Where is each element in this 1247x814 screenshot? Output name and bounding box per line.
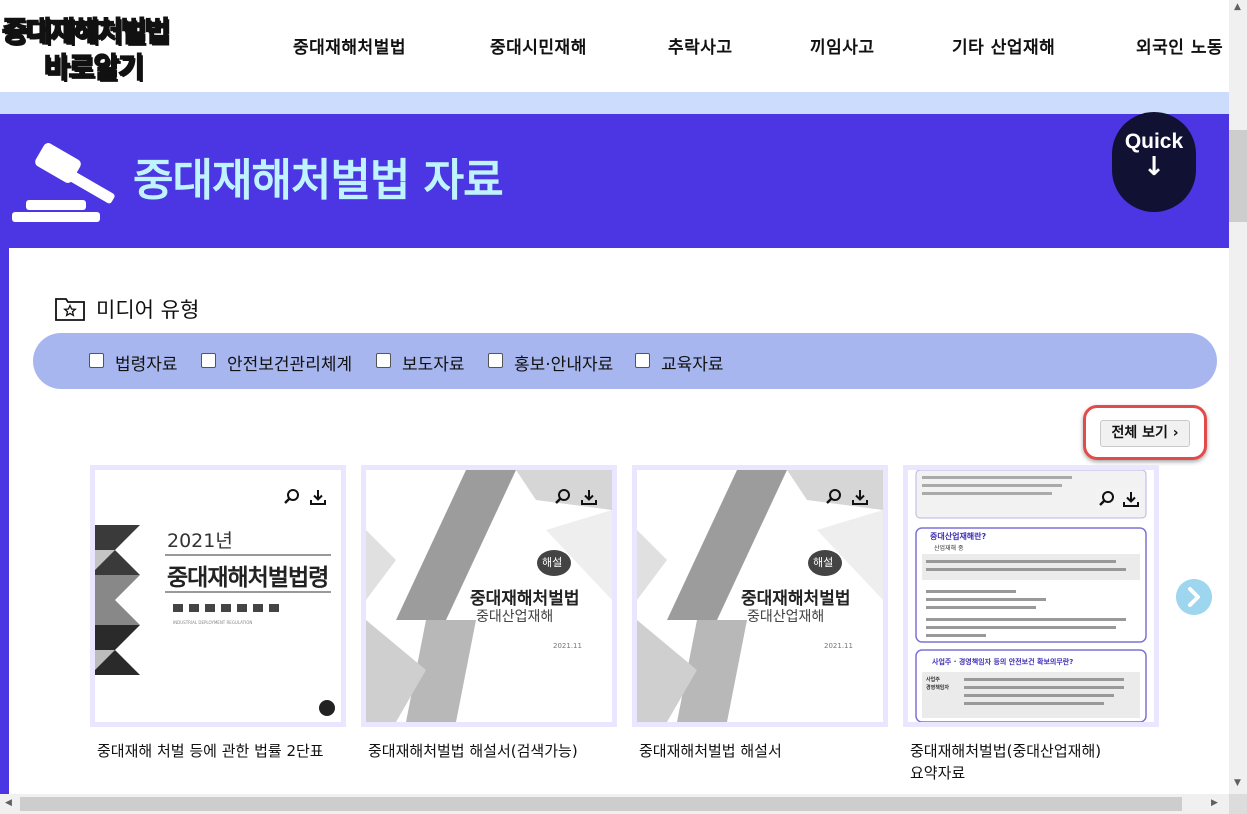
download-icon[interactable] — [309, 488, 327, 506]
card-doc-date: 2021.11 — [824, 642, 853, 650]
quick-menu-button[interactable]: Quick ↓ — [1112, 112, 1196, 212]
page-banner: 중대재해처벌법 자료 Quick ↓ — [0, 112, 1229, 248]
nav-item-foreign-workers[interactable]: 외국인 노동 — [1136, 33, 1223, 58]
zoom-icon[interactable] — [1098, 490, 1116, 508]
card-badge: 해설 — [542, 556, 563, 569]
card-caption[interactable]: 중대재해처벌법(중대산업재해) 요약자료 — [910, 740, 1101, 784]
media-card[interactable]: 중대산업재해란? 산업재해 중 사업주 · 경영책임자 등의 안전보건 확보의무… — [903, 465, 1159, 727]
vertical-scrollbar-thumb[interactable] — [1229, 130, 1247, 222]
media-card[interactable]: 해설 중대재해처벌법 중대산업재해 2021.11 — [632, 465, 888, 727]
zoom-icon[interactable] — [554, 488, 572, 506]
logo-line1: 중대재해처벌법 — [1, 14, 171, 49]
nav-item-fall-accident[interactable]: 추락사고 — [668, 33, 733, 58]
filter-label: 홍보·안내자료 — [514, 355, 614, 375]
filter-checkbox[interactable] — [488, 353, 503, 368]
site-header: 중대재해처벌법 바로알기 중대재해처벌법 중대시민재해 추락사고 끼임사고 기타… — [0, 0, 1229, 92]
zoom-icon[interactable] — [283, 488, 301, 506]
filter-checkbox[interactable] — [635, 353, 650, 368]
card-doc-subtitle: 중대산업재해 — [476, 609, 554, 625]
nav-item-serious-accident-law[interactable]: 중대재해처벌법 — [293, 33, 406, 58]
card-doc-tag: 경영책임자 — [926, 685, 950, 691]
media-filter-bar: 법령자료 안전보건관리체계 보도자료 홍보·안내자료 교육자료 — [33, 333, 1217, 389]
header-divider-strip — [0, 92, 1229, 114]
card-doc-item: 산업재해 중 — [934, 545, 964, 552]
folder-star-icon — [55, 298, 85, 321]
horizontal-scrollbar-thumb[interactable] — [20, 797, 1182, 811]
card-year: 2021년 — [167, 530, 233, 552]
card-doc-date: 2021.11 — [553, 642, 582, 650]
card-caption[interactable]: 중대재해 처벌 등에 관한 법률 2단표 — [97, 740, 324, 762]
filter-checkbox[interactable] — [89, 353, 104, 368]
zoom-icon[interactable] — [825, 488, 843, 506]
card-caption-line: 요약자료 — [910, 764, 966, 782]
scroll-up-icon[interactable]: ▲ — [1234, 2, 1241, 12]
card-caption[interactable]: 중대재해처벌법 해설서 — [639, 740, 782, 762]
filter-label: 안전보건관리체계 — [227, 355, 353, 375]
card-actions — [554, 488, 600, 508]
filter-checkbox[interactable] — [201, 353, 216, 368]
filter-label: 법령자료 — [115, 355, 178, 375]
logo-line2: 바로알기 — [43, 50, 145, 85]
chevron-right-icon: › — [1172, 425, 1179, 441]
filter-checkbox[interactable] — [376, 353, 391, 368]
media-card[interactable]: 2021년 중대재해처벌법령 INDUSTRIAL DEPLOYMENT REG… — [90, 465, 346, 727]
media-type-label: 미디어 유형 — [96, 298, 200, 322]
card-caption-line: 중대재해처벌법(중대산업재해) — [910, 742, 1102, 760]
card-actions — [1096, 488, 1142, 510]
card-caption[interactable]: 중대재해처벌법 해설서(검색가능) — [368, 740, 578, 762]
nav-item-other-industrial[interactable]: 기타 산업재해 — [952, 33, 1055, 58]
media-card[interactable]: 해설 중대재해처벌법 중대산업재해 2021.11 — [361, 465, 617, 727]
nav-item-caught-accident[interactable]: 끼임사고 — [810, 33, 875, 58]
quick-label: Quick — [1124, 130, 1184, 153]
card-doc-heading: 중대산업재해란? — [930, 532, 987, 541]
download-icon[interactable] — [1122, 490, 1140, 508]
card-doc-title: 중대재해처벌법령 — [167, 565, 329, 591]
arrow-down-icon: ↓ — [1143, 152, 1165, 182]
scroll-left-icon[interactable]: ◀ — [5, 798, 12, 808]
site-logo[interactable]: 중대재해처벌법 바로알기 — [1, 6, 202, 85]
view-all-label: 전체 보기 — [1111, 425, 1168, 441]
chevron-right-icon[interactable] — [1176, 579, 1212, 615]
scroll-down-icon[interactable]: ▼ — [1234, 778, 1241, 788]
left-accent-bar — [0, 248, 9, 794]
card-actions — [825, 488, 871, 508]
vertical-scrollbar[interactable] — [1229, 0, 1247, 794]
card-actions — [283, 488, 329, 508]
gavel-icon — [12, 143, 115, 222]
card-doc-heading: 사업주 · 경영책임자 등의 안전보건 확보의무란? — [932, 658, 1074, 666]
filter-label: 보도자료 — [402, 355, 465, 375]
view-all-button[interactable]: 전체 보기 › — [1100, 420, 1190, 447]
download-icon[interactable] — [580, 488, 598, 506]
scroll-right-icon[interactable]: ▶ — [1211, 798, 1218, 808]
scrollbar-corner — [1229, 794, 1247, 814]
card-doc-subtitle: 중대산업재해 — [747, 609, 825, 625]
filter-label: 교육자료 — [661, 355, 724, 375]
card-badge: 해설 — [813, 556, 834, 569]
download-icon[interactable] — [851, 488, 869, 506]
nav-item-civil-disaster[interactable]: 중대시민재해 — [490, 33, 587, 58]
card-doc-tag: 사업주 — [926, 677, 940, 683]
card-doc-subtitle: INDUSTRIAL DEPLOYMENT REGULATION — [173, 620, 253, 625]
page-title: 중대재해처벌법 자료 — [133, 155, 504, 206]
